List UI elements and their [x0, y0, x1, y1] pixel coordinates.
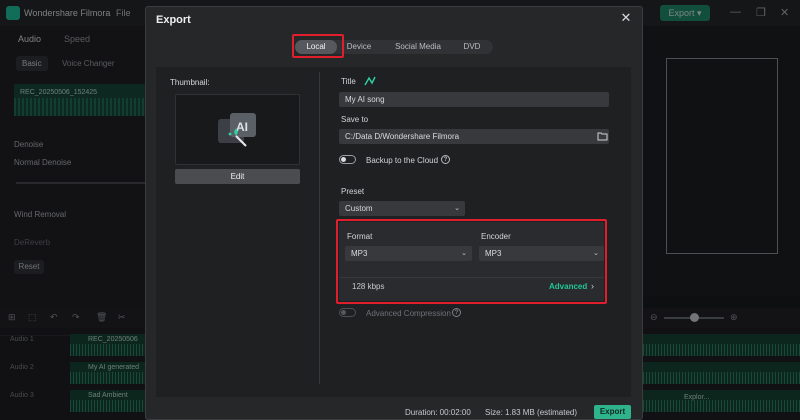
ai-music-icon: AI [218, 113, 256, 147]
chevron-down-icon: ⌄ [593, 250, 599, 257]
format-label: Format [347, 232, 373, 241]
advanced-compression-label: Advanced Compression [366, 309, 451, 318]
title-label: Title [341, 77, 356, 86]
advanced-link[interactable]: Advanced [549, 282, 587, 291]
thumbnail-preview: AI [175, 94, 300, 165]
bitrate-value: 128 kbps [352, 282, 385, 291]
encoder-select[interactable]: MP3 ⌄ [479, 246, 604, 261]
thumbnail-label: Thumbnail: [170, 78, 210, 87]
chevron-down-icon: ⌄ [461, 250, 467, 257]
backup-cloud-toggle[interactable] [339, 155, 356, 164]
save-path-input[interactable]: C:/Data D/Wondershare Filmora [339, 129, 609, 144]
preset-label: Preset [341, 187, 365, 196]
ai-rename-icon[interactable] [364, 75, 376, 87]
help-icon[interactable]: ? [441, 155, 450, 164]
format-divider [339, 277, 604, 278]
tab-device[interactable]: Device [340, 40, 378, 54]
export-button[interactable]: Export [594, 405, 631, 419]
export-dialog: Export ✕ Local Device Social Media DVD T… [145, 6, 643, 420]
folder-icon[interactable] [597, 131, 608, 141]
size-text: Size: 1.83 MB (estimated) [485, 408, 578, 417]
save-to-label: Save to [341, 115, 369, 124]
title-input[interactable]: My AI song [339, 92, 609, 107]
chevron-down-icon: ⌄ [454, 205, 460, 212]
preset-select[interactable]: Custom ⌄ [339, 201, 465, 216]
encoder-label: Encoder [481, 232, 511, 241]
help-icon[interactable]: ? [452, 308, 461, 317]
local-tab-highlight [292, 34, 344, 58]
tab-social-media[interactable]: Social Media [389, 40, 447, 54]
format-select[interactable]: MP3 ⌄ [345, 246, 472, 261]
edit-thumbnail-button[interactable]: Edit [175, 169, 300, 184]
close-icon[interactable]: ✕ [618, 10, 634, 26]
backup-cloud-label: Backup to the Cloud [366, 156, 439, 165]
dialog-title: Export [156, 14, 191, 26]
column-divider [319, 72, 320, 384]
advanced-compression-toggle[interactable] [339, 308, 356, 317]
duration-text: Duration: 00:02:00 [405, 408, 471, 417]
format-highlight [336, 219, 607, 304]
chevron-right-icon[interactable]: › [591, 281, 594, 291]
tab-dvd[interactable]: DVD [455, 40, 489, 54]
